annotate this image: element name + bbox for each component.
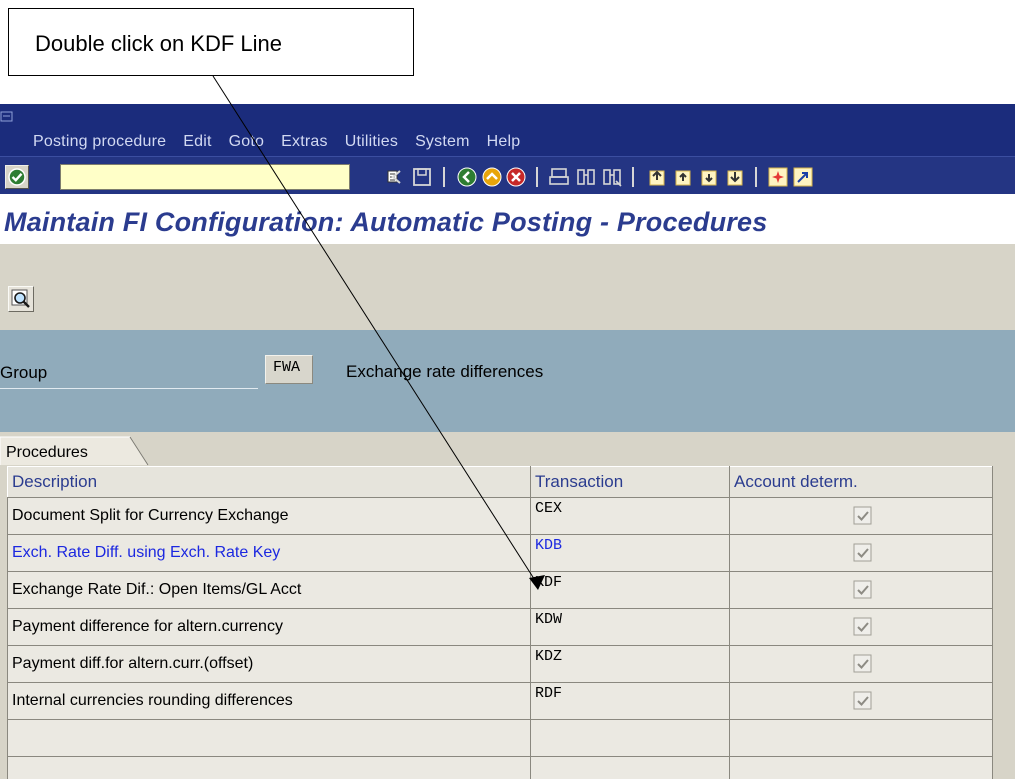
cell-account-determ[interactable] <box>729 497 993 535</box>
empty-cell[interactable] <box>7 756 531 779</box>
cell-account-determ[interactable] <box>729 534 993 572</box>
account-determ-checkbox[interactable] <box>853 617 873 637</box>
empty-cell[interactable] <box>530 756 730 779</box>
tab-label: Procedures <box>6 444 88 461</box>
tab-area: Procedures Description Transaction Accou… <box>0 432 1015 779</box>
cell-account-determ[interactable] <box>729 608 993 646</box>
account-determ-checkbox[interactable] <box>853 654 873 674</box>
cell-transaction[interactable]: CEX <box>530 497 730 535</box>
menu-item-posting-procedure[interactable]: Posting procedure <box>33 133 166 151</box>
cancel-icon[interactable] <box>505 166 527 188</box>
shortcut-icon[interactable] <box>792 166 814 188</box>
cell-description[interactable]: Document Split for Currency Exchange <box>7 497 531 535</box>
exit-icon[interactable] <box>481 166 503 188</box>
next-page-icon[interactable] <box>699 166 721 188</box>
column-header-transaction[interactable]: Transaction <box>530 466 730 498</box>
annotation-text: Double click on KDF Line <box>35 31 283 56</box>
toolbar-separator <box>536 167 538 187</box>
table-row-empty[interactable] <box>7 756 993 779</box>
empty-cell[interactable] <box>530 719 730 757</box>
table-row[interactable]: Exch. Rate Diff. using Exch. Rate Key KDB <box>7 534 993 572</box>
column-header-account-determ[interactable]: Account determ. <box>729 466 993 498</box>
last-page-icon[interactable] <box>725 166 747 188</box>
empty-cell[interactable] <box>729 756 993 779</box>
procedures-table-container: Description Transaction Account determ. … <box>7 466 1015 779</box>
cell-description[interactable]: Internal currencies rounding differences <box>7 682 531 720</box>
title-bar: Maintain FI Configuration: Automatic Pos… <box>0 194 1015 244</box>
group-value: FWA <box>265 355 313 384</box>
menu-item-extras[interactable]: Extras <box>281 133 328 151</box>
cell-account-determ[interactable] <box>729 645 993 683</box>
back-green-icon[interactable] <box>456 166 478 188</box>
page-title: Maintain FI Configuration: Automatic Pos… <box>4 207 768 237</box>
menu-item-goto[interactable]: Goto <box>229 133 265 151</box>
cell-account-determ[interactable] <box>729 571 993 609</box>
empty-cell[interactable] <box>729 719 993 757</box>
window-menu-icon[interactable] <box>0 110 14 124</box>
command-input[interactable] <box>61 165 349 189</box>
procedures-table: Description Transaction Account determ. … <box>7 466 993 779</box>
account-determ-checkbox[interactable] <box>853 543 873 563</box>
menu-item-edit[interactable]: Edit <box>183 133 211 151</box>
cell-account-determ[interactable] <box>729 682 993 720</box>
column-header-description[interactable]: Description <box>7 466 531 498</box>
annotation-callout: Double click on KDF Line <box>8 8 414 76</box>
table-body: Document Split for Currency Exchange CEX E… <box>7 497 993 779</box>
menu-item-help[interactable]: Help <box>487 133 521 151</box>
menu-bar: Posting procedure Edit Goto Extras Utilities… <box>0 104 1015 156</box>
application-toolbar <box>0 244 1015 330</box>
save-icon[interactable] <box>411 166 433 188</box>
previous-page-icon[interactable] <box>673 166 695 188</box>
account-determ-checkbox[interactable] <box>853 580 873 600</box>
create-session-icon[interactable] <box>767 166 789 188</box>
system-toolbar <box>0 156 1015 194</box>
cell-transaction[interactable]: KDW <box>530 608 730 646</box>
cell-description[interactable]: Exchange Rate Dif.: Open Items/GL Acct <box>7 571 531 609</box>
empty-cell[interactable] <box>7 719 531 757</box>
header-area: Group FWA Exchange rate differences <box>0 330 1015 432</box>
menu-items: Posting procedure Edit Goto Extras Utilities… <box>33 133 537 151</box>
find-icon[interactable] <box>575 166 597 188</box>
toolbar-separator <box>443 167 445 187</box>
cell-transaction[interactable]: KDF <box>530 571 730 609</box>
group-description: Exchange rate differences <box>346 362 544 381</box>
table-row[interactable]: Payment difference for altern.currency KD… <box>7 608 993 646</box>
first-page-icon[interactable] <box>647 166 669 188</box>
table-header-row: Description Transaction Account determ. <box>7 466 993 498</box>
find-next-icon[interactable] <box>601 166 623 188</box>
cell-description[interactable]: Payment difference for altern.currency <box>7 608 531 646</box>
print-icon[interactable] <box>548 166 570 188</box>
cell-transaction[interactable]: RDF <box>530 682 730 720</box>
toolbar-separator <box>755 167 757 187</box>
toolbar-separator <box>632 167 634 187</box>
cell-description[interactable]: Exch. Rate Diff. using Exch. Rate Key <box>7 534 531 572</box>
table-row[interactable]: Payment diff.for altern.curr.(offset) KDZ <box>7 645 993 683</box>
account-determ-checkbox[interactable] <box>853 506 873 526</box>
command-field[interactable] <box>60 164 398 190</box>
magnifier-icon <box>11 289 30 308</box>
group-label-underline <box>0 388 258 389</box>
cell-description[interactable]: Payment diff.for altern.curr.(offset) <box>7 645 531 683</box>
cell-transaction[interactable]: KDB <box>530 534 730 572</box>
tab-procedures[interactable]: Procedures <box>0 436 150 466</box>
menu-item-system[interactable]: System <box>415 133 470 151</box>
table-row[interactable]: Exchange Rate Dif.: Open Items/GL Acct KD… <box>7 571 993 609</box>
cell-transaction[interactable]: KDZ <box>530 645 730 683</box>
table-row-empty[interactable] <box>7 719 993 757</box>
enter-icon <box>8 168 26 186</box>
back-icon[interactable] <box>386 166 408 188</box>
enter-button[interactable] <box>5 165 29 189</box>
display-button[interactable] <box>8 286 34 312</box>
account-determ-checkbox[interactable] <box>853 691 873 711</box>
group-label: Group <box>0 363 48 382</box>
table-row[interactable]: Internal currencies rounding differences… <box>7 682 993 720</box>
table-row[interactable]: Document Split for Currency Exchange CEX <box>7 497 993 535</box>
menu-item-utilities[interactable]: Utilities <box>345 133 398 151</box>
sap-window: Posting procedure Edit Goto Extras Utilities… <box>0 104 1015 779</box>
